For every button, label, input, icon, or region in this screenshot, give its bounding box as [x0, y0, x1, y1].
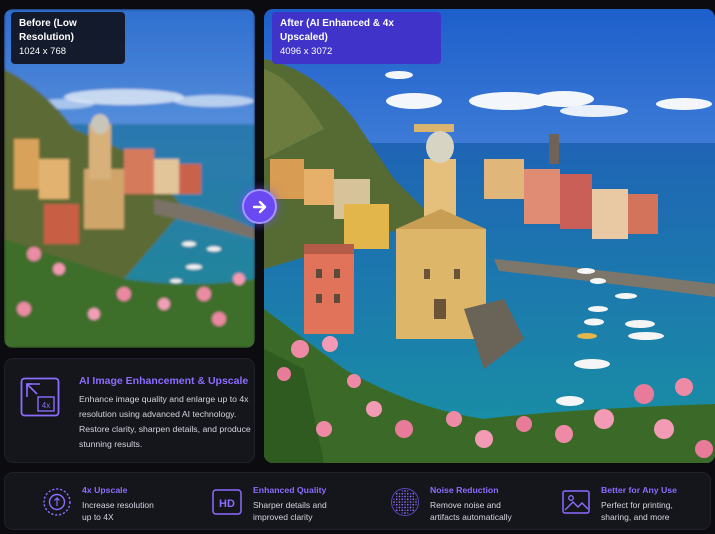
feature-upscale-title: 4x Upscale [82, 485, 128, 495]
after-photo [264, 9, 715, 463]
feature-noise: Noise Reduction Remove noise and artifac… [390, 482, 530, 522]
upscale-ring-icon [43, 488, 71, 516]
svg-text:HD: HD [219, 498, 235, 510]
after-label: After (AI Enhanced & 4x Upscaled) 4096 x… [272, 12, 441, 64]
feature-noise-title: Noise Reduction [430, 485, 499, 495]
before-title: Before (Low Resolution) [19, 18, 77, 43]
feature-quality-description: Sharper details and improved clarity [253, 500, 327, 522]
feature-any-use-title: Better for Any Use [601, 485, 677, 495]
feature-quality-title: Enhanced Quality [253, 485, 327, 495]
arrow-right-icon [252, 200, 266, 213]
after-title: After (AI Enhanced & 4x Upscaled) [280, 18, 394, 43]
feature-noise-description: Remove noise and artifacts automatically [430, 500, 512, 522]
feature-title: AI Image Enhancement & Upscale [79, 375, 249, 387]
description-card: 4x AI Image Enhancement & Upscale Enhanc… [4, 358, 255, 463]
feature-bar: 4x Upscale Increase resolution up to 4X … [4, 472, 711, 530]
feature-any-use-description: Perfect for printing, sharing, and more [601, 500, 673, 522]
after-resolution: 4096 x 3072 [280, 46, 333, 57]
hd-icon: HD [212, 489, 242, 515]
noise-dots-icon [391, 488, 419, 516]
after-image [264, 9, 715, 463]
compare-arrow-button[interactable] [242, 189, 277, 224]
feature-quality: HD Enhanced Quality Sharper details and … [212, 482, 352, 522]
svg-text:4x: 4x [42, 401, 50, 410]
feature-upscale: 4x Upscale Increase resolution up to 4X [42, 482, 182, 522]
feature-any-use: Better for Any Use Perfect for printing,… [561, 482, 701, 522]
feature-upscale-description: Increase resolution up to 4X [82, 500, 154, 522]
before-resolution: 1024 x 768 [19, 46, 67, 57]
image-icon [562, 490, 590, 514]
feature-description: Enhance image quality and enlarge up to … [79, 394, 251, 449]
before-label: Before (Low Resolution) 1024 x 768 [11, 12, 125, 64]
upscale-4x-icon: 4x [20, 377, 60, 417]
